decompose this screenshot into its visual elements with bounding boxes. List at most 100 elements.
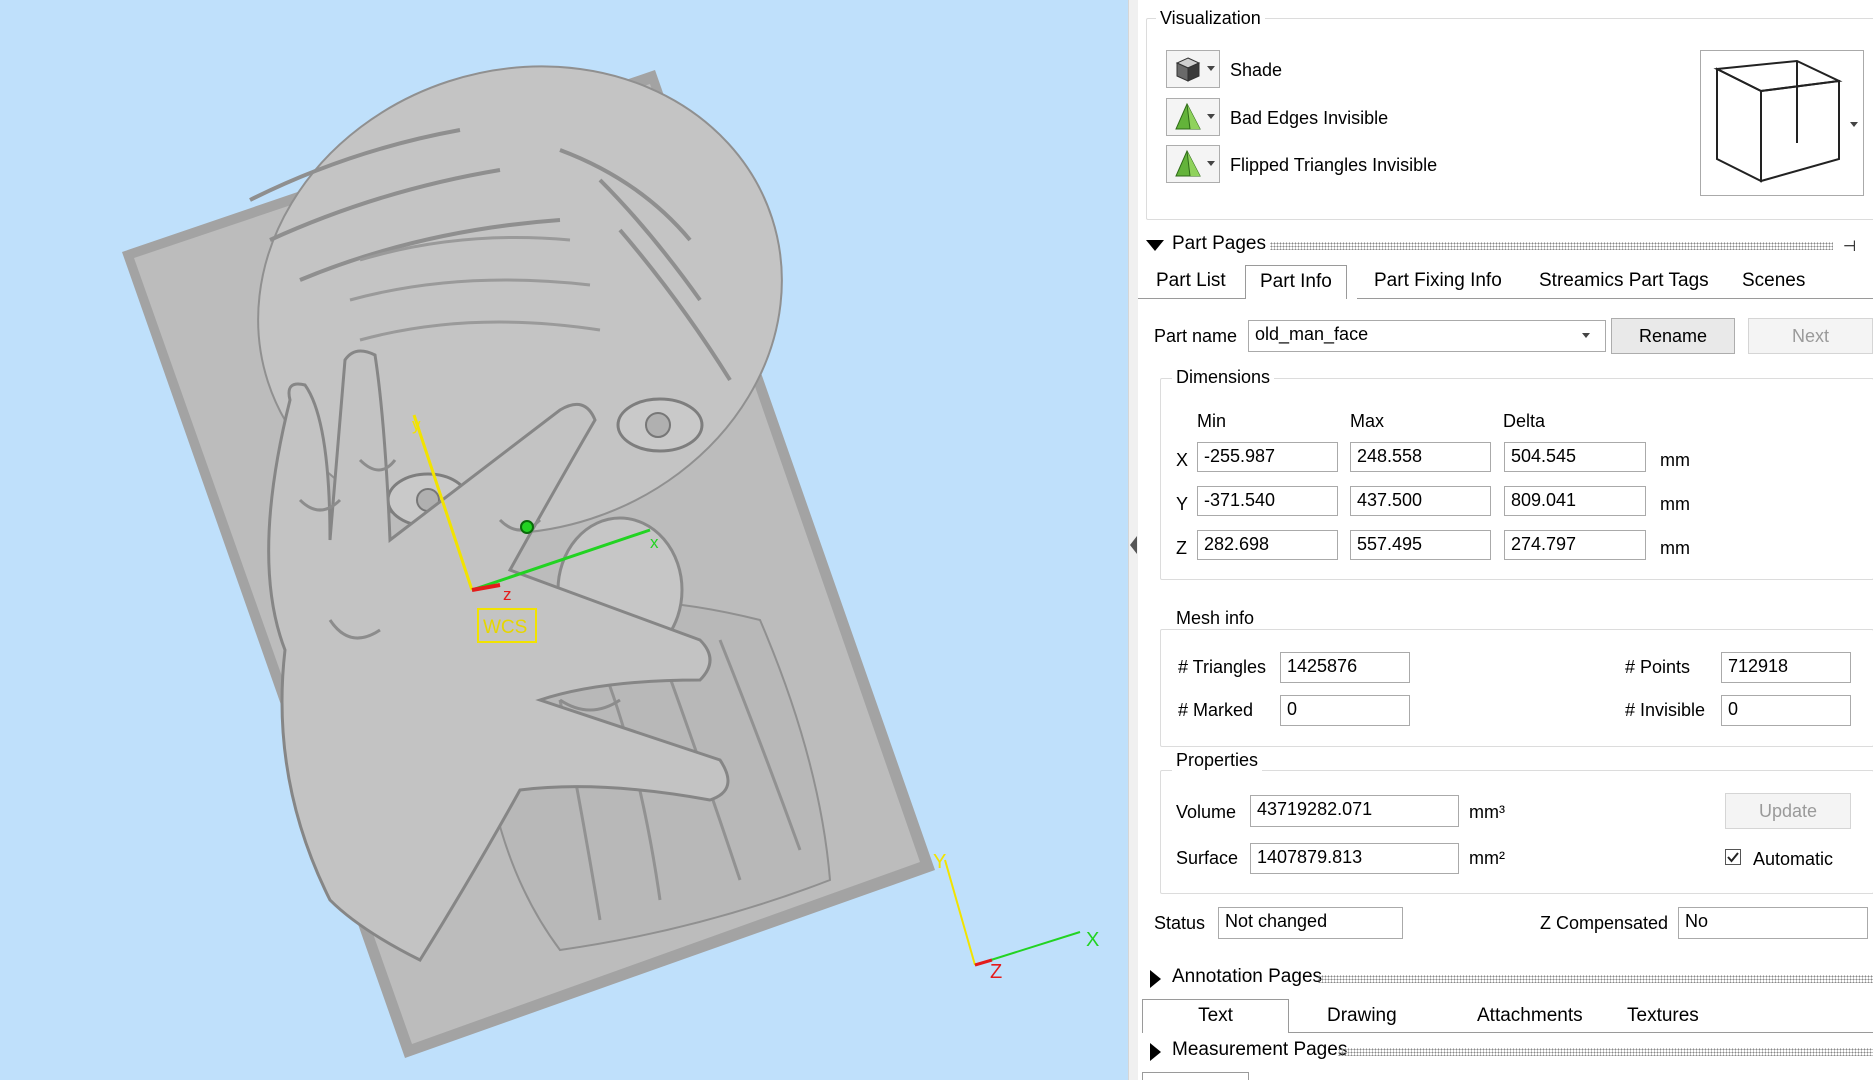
relief-iris-right [645,412,671,438]
tab-baseline [1357,298,1873,299]
flipped-triangles-label: Flipped Triangles Invisible [1230,155,1438,175]
bad-edges-mode-button[interactable] [1166,98,1220,136]
tab-drawing[interactable]: Drawing [1313,1000,1411,1034]
x-min-field[interactable]: -255.987 [1197,442,1338,472]
wcs-origin-handle[interactable] [520,520,534,534]
tab-textures[interactable]: Textures [1613,1000,1713,1034]
green-triangle-icon [1175,149,1201,177]
invisible-field[interactable]: 0 [1721,695,1851,726]
y-min-field[interactable]: -371.540 [1197,486,1338,516]
dimensions-header-max: Max [1350,411,1385,431]
collapse-arrow-icon[interactable] [1130,536,1137,554]
wcs-z-label: z [503,585,512,604]
chevron-down-icon [1207,114,1215,119]
z-compensated-label: Z Compensated [1540,913,1669,933]
visualization-title: Visualization [1156,8,1265,29]
properties-panel: Visualization Shade Bad Edges Invisible … [1138,0,1873,1080]
wcs-x-label: x [650,533,659,552]
tab-part-list[interactable]: Part List [1142,265,1240,299]
rename-button[interactable]: Rename [1611,318,1735,354]
surface-field[interactable]: 1407879.813 [1250,843,1459,874]
3d-viewport[interactable]: y x z WCS Y X Z [0,0,1128,1080]
tab-baseline [1138,298,1245,299]
measurement-pages-title: Measurement Pages [1172,1039,1352,1061]
tab-part-fixing-info[interactable]: Part Fixing Info [1360,265,1516,299]
volume-label: Volume [1176,802,1237,822]
part-pages-title: Part Pages [1172,233,1270,255]
z-unit: mm [1660,538,1690,558]
dimension-axis-y: Y [1176,494,1189,514]
tab-scenes[interactable]: Scenes [1728,265,1819,299]
dimensions-header-delta: Delta [1503,411,1546,431]
properties-title: Properties [1172,750,1263,771]
dimension-axis-z: Z [1176,538,1187,558]
dimensions-title: Dimensions [1172,367,1275,388]
measurement-pages-header[interactable]: Measurement Pages [1138,1036,1873,1066]
z-delta-field[interactable]: 274.797 [1504,530,1646,560]
x-max-field[interactable]: 248.558 [1350,442,1491,472]
chevron-down-icon [1207,161,1215,166]
status-field[interactable]: Not changed [1218,907,1403,939]
pin-icon[interactable]: ⊣ [1843,237,1856,255]
wireframe-cube-icon [1713,59,1843,183]
global-y-axis [944,859,976,966]
green-triangle-icon [1175,102,1201,130]
volume-unit: mm³ [1469,802,1505,822]
global-x-label: X [1086,929,1099,951]
checkmark-icon [1727,852,1739,863]
points-label: # Points [1625,657,1691,677]
wcs-y-label: y [412,415,421,434]
shade-label: Shade [1230,60,1283,80]
chevron-down-icon[interactable] [1850,122,1858,127]
expand-arrow-icon[interactable] [1150,1043,1161,1061]
update-button[interactable]: Update [1725,793,1851,829]
expand-arrow-icon[interactable] [1150,970,1161,988]
dimensions-header-min: Min [1197,411,1227,431]
annotation-pages-header[interactable]: Annotation Pages [1138,963,1873,993]
triangles-field[interactable]: 1425876 [1280,652,1410,683]
global-y-label: Y [933,851,946,873]
z-min-field[interactable]: 282.698 [1197,530,1338,560]
part-name-label: Part name [1154,326,1238,346]
surface-label: Surface [1176,848,1239,868]
marked-label: # Marked [1178,700,1254,720]
section-divider [1270,242,1833,250]
viewport-canvas[interactable]: y x z WCS Y X Z [0,0,1128,1080]
tab-text[interactable]: Text [1142,999,1289,1033]
chevron-down-icon [1207,66,1215,71]
part-pages-header[interactable]: Part Pages ⊣ [1138,230,1873,260]
section-divider [1338,1048,1873,1056]
wcs-label: WCS [483,617,527,638]
mesh-info-group [1160,629,1873,747]
collapse-arrow-icon[interactable] [1146,240,1164,251]
part-name-select[interactable]: old_man_face [1248,320,1606,352]
y-unit: mm [1660,494,1690,514]
z-max-field[interactable]: 557.495 [1350,530,1491,560]
volume-field[interactable]: 43719282.071 [1250,795,1459,827]
panel-splitter[interactable] [1128,0,1138,1080]
invisible-label: # Invisible [1625,700,1706,720]
tab-attachments[interactable]: Attachments [1463,1000,1597,1034]
properties-group [1160,770,1873,894]
shade-mode-button[interactable] [1166,50,1220,88]
y-delta-field[interactable]: 809.041 [1504,486,1646,516]
bad-edges-label: Bad Edges Invisible [1230,108,1389,128]
surface-unit: mm² [1469,848,1505,868]
tab-baseline [1289,1032,1873,1033]
tab-part-info[interactable]: Part Info [1245,265,1347,299]
next-button[interactable]: Next [1748,318,1873,354]
tab-streamics-part-tags[interactable]: Streamics Part Tags [1525,265,1723,299]
marked-field[interactable]: 0 [1280,695,1410,726]
section-divider [1318,975,1873,983]
measurement-tab-stub[interactable] [1142,1072,1249,1080]
y-max-field[interactable]: 437.500 [1350,486,1491,516]
x-unit: mm [1660,450,1690,470]
view-orientation-button[interactable] [1700,50,1864,196]
automatic-checkbox[interactable] [1725,849,1741,865]
triangles-label: # Triangles [1178,657,1267,677]
flipped-triangles-mode-button[interactable] [1166,145,1220,183]
z-compensated-field[interactable]: No [1678,907,1868,939]
chevron-down-icon[interactable] [1582,333,1590,338]
points-field[interactable]: 712918 [1721,652,1851,683]
x-delta-field[interactable]: 504.545 [1504,442,1646,472]
